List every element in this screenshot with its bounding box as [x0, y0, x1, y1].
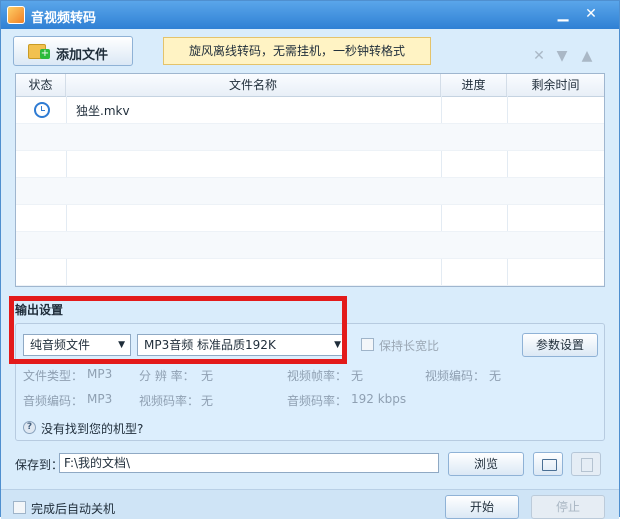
file-table: 状态 文件名称 进度 剩余时间 独坐.mkv	[15, 73, 605, 287]
help-link[interactable]: 没有找到您的机型?	[41, 420, 143, 437]
table-row	[16, 205, 604, 232]
table-row	[16, 259, 604, 286]
move-down-icon[interactable]: ▼	[554, 48, 570, 64]
resolution-label: 分 辨 率：	[139, 369, 195, 383]
open-folder-button[interactable]	[533, 452, 563, 476]
video-bitrate-value: 无	[201, 394, 214, 408]
highlight-box	[9, 296, 347, 364]
add-file-button[interactable]: + 添加文件	[13, 36, 133, 66]
table-row	[16, 124, 604, 151]
audio-bitrate-label: 音频码率：	[287, 394, 348, 408]
video-codec-label: 视频编码：	[425, 369, 486, 383]
browse-button[interactable]: 浏览	[448, 452, 524, 476]
header-remaining[interactable]: 剩余时间	[507, 74, 604, 96]
keep-ratio-label: 保持长宽比	[379, 339, 440, 353]
file-type-label: 文件类型：	[23, 369, 84, 383]
table-row	[16, 232, 604, 259]
move-up-icon[interactable]: ▲	[579, 48, 595, 64]
transcode-window: 音视频转码 ▁ ✕ + 添加文件 旋风离线转码，无需挂机，一秒钟转格式 ✕ ▼ …	[0, 0, 620, 519]
clock-icon	[34, 102, 50, 118]
audio-bitrate-value: 192 kbps	[351, 392, 407, 406]
auto-shutdown-label: 完成后自动关机	[31, 502, 116, 516]
export-icon	[581, 458, 593, 472]
file-type-value: MP3	[87, 367, 113, 381]
delete-icon[interactable]: ✕	[531, 48, 547, 64]
video-codec-value: 无	[489, 369, 502, 383]
audio-codec-label: 音频编码：	[23, 394, 84, 408]
video-fps-value: 无	[351, 369, 364, 383]
table-row	[16, 178, 604, 205]
file-name: 独坐.mkv	[76, 104, 130, 118]
table-header: 状态 文件名称 进度 剩余时间	[16, 74, 604, 97]
help-icon[interactable]: ?	[23, 421, 36, 434]
app-icon	[7, 6, 25, 24]
video-fps-label: 视频帧率：	[287, 369, 348, 383]
save-path-input[interactable]: F:\我的文档\	[59, 453, 439, 473]
audio-codec-value: MP3	[87, 392, 113, 406]
stop-button[interactable]: 停止	[531, 495, 605, 519]
header-status[interactable]: 状态	[16, 74, 66, 96]
params-settings-button[interactable]: 参数设置	[522, 333, 598, 357]
resolution-value: 无	[201, 369, 214, 383]
plus-icon: +	[40, 48, 50, 59]
keep-ratio-checkbox[interactable]	[361, 338, 374, 351]
start-button[interactable]: 开始	[445, 495, 519, 519]
video-bitrate-label: 视频码率：	[139, 394, 200, 408]
table-row	[16, 151, 604, 178]
header-filename[interactable]: 文件名称	[66, 74, 441, 96]
minimize-icon[interactable]: ▁	[553, 5, 573, 23]
add-file-label: 添加文件	[56, 48, 109, 63]
close-icon[interactable]: ✕	[581, 5, 601, 23]
table-row[interactable]: 独坐.mkv	[16, 97, 604, 124]
title-bar: 音视频转码 ▁ ✕	[1, 1, 619, 29]
promo-banner[interactable]: 旋风离线转码，无需挂机，一秒钟转格式	[163, 37, 431, 65]
export-button[interactable]	[571, 452, 601, 476]
auto-shutdown-checkbox[interactable]	[13, 501, 26, 514]
window-title: 音视频转码	[31, 11, 97, 26]
header-progress[interactable]: 进度	[441, 74, 507, 96]
save-to-label: 保存到：	[15, 458, 64, 472]
open-folder-icon	[542, 459, 557, 471]
